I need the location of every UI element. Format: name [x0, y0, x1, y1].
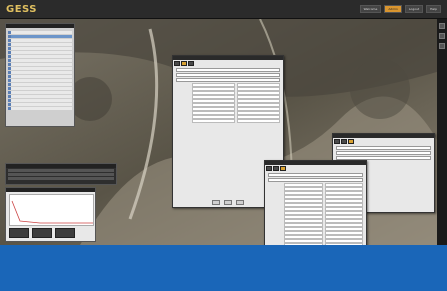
- tab[interactable]: [266, 166, 272, 171]
- status-panel: [5, 163, 117, 185]
- tree-item[interactable]: [8, 90, 72, 94]
- top-menu: Welcome Admin Logout Help: [359, 5, 441, 13]
- tree-item[interactable]: [8, 54, 72, 58]
- text-field[interactable]: [176, 78, 280, 82]
- text-field[interactable]: [176, 73, 280, 77]
- help-link[interactable]: Help: [426, 5, 441, 13]
- graph-panel: [5, 187, 96, 242]
- tab[interactable]: [334, 139, 340, 144]
- graph-line: [11, 200, 93, 224]
- tree-item[interactable]: [8, 86, 72, 90]
- table-row: [176, 91, 280, 95]
- table-row: [268, 187, 363, 191]
- text-field[interactable]: [336, 151, 431, 155]
- tab[interactable]: [181, 61, 187, 66]
- tree-item[interactable]: [8, 46, 72, 50]
- graph-button[interactable]: [55, 228, 75, 238]
- footer-button[interactable]: [236, 200, 244, 205]
- tree-item[interactable]: [8, 74, 72, 78]
- tree-item[interactable]: [8, 82, 72, 86]
- tree-item[interactable]: [8, 30, 72, 34]
- status-row: [8, 177, 114, 180]
- tree-item[interactable]: [8, 106, 72, 110]
- tool-button[interactable]: [439, 33, 445, 39]
- tool-button[interactable]: [439, 23, 445, 29]
- logout-link[interactable]: Logout: [404, 5, 424, 13]
- table-row: [268, 203, 363, 207]
- text-field[interactable]: [268, 173, 363, 177]
- dialog-tabs: [333, 138, 434, 145]
- dialog-tabs: [173, 60, 283, 67]
- tab[interactable]: [188, 61, 194, 66]
- table-row: [176, 103, 280, 107]
- table-row: [176, 95, 280, 99]
- tree-item[interactable]: [8, 50, 72, 54]
- tab[interactable]: [348, 139, 354, 144]
- graph-buttons: [9, 228, 75, 238]
- tree-item[interactable]: [8, 102, 72, 106]
- tab[interactable]: [174, 61, 180, 66]
- text-field[interactable]: [336, 146, 431, 150]
- tree-item[interactable]: [8, 62, 72, 66]
- footer-button[interactable]: [212, 200, 220, 205]
- tab[interactable]: [280, 166, 286, 171]
- table-row: [268, 227, 363, 231]
- status-row: [8, 169, 114, 172]
- tab[interactable]: [341, 139, 347, 144]
- table-row: [268, 215, 363, 219]
- dialog-tabs: [265, 165, 366, 172]
- page-footer: [0, 245, 447, 291]
- footer-button[interactable]: [224, 200, 232, 205]
- table-row: [268, 231, 363, 235]
- welcome-link[interactable]: Welcome: [359, 5, 382, 13]
- tool-button[interactable]: [439, 43, 445, 49]
- tab[interactable]: [273, 166, 279, 171]
- tree-item[interactable]: [8, 70, 72, 74]
- table-row: [268, 207, 363, 211]
- layer-tree: [6, 28, 74, 113]
- right-toolbar: [437, 19, 447, 245]
- table-row: [268, 235, 363, 239]
- table-row: [268, 195, 363, 199]
- tree-item[interactable]: [8, 94, 72, 98]
- text-field[interactable]: [176, 68, 280, 72]
- layers-panel: [5, 23, 75, 127]
- tree-item[interactable]: [8, 34, 72, 38]
- admin-link[interactable]: Admin: [384, 5, 402, 13]
- table-row: [176, 107, 280, 111]
- table-row: [176, 99, 280, 103]
- text-field[interactable]: [268, 178, 363, 182]
- table-row: [176, 83, 280, 87]
- status-panel-title: [6, 164, 116, 168]
- table-row: [176, 115, 280, 119]
- table-row: [268, 239, 363, 243]
- app-logo: GESS: [6, 4, 37, 15]
- tree-item[interactable]: [8, 66, 72, 70]
- table-row: [176, 119, 280, 123]
- table-row: [268, 223, 363, 227]
- graph-panel-title: [6, 188, 95, 192]
- tree-item[interactable]: [8, 78, 72, 82]
- top-bar: GESS Welcome Admin Logout Help: [0, 0, 447, 19]
- table-row: [176, 111, 280, 115]
- table-row: [268, 211, 363, 215]
- tree-item[interactable]: [8, 42, 72, 46]
- app-window: GESS Welcome Admin Logout Help: [0, 0, 447, 291]
- tree-item[interactable]: [8, 38, 72, 42]
- table-row: [268, 183, 363, 187]
- graph-plot: [9, 194, 94, 226]
- graph-button[interactable]: [9, 228, 29, 238]
- table-row: [176, 87, 280, 91]
- table-row: [268, 199, 363, 203]
- status-row: [8, 173, 114, 176]
- table-row: [268, 219, 363, 223]
- tree-item[interactable]: [8, 58, 72, 62]
- graph-button[interactable]: [32, 228, 52, 238]
- table-row: [268, 191, 363, 195]
- tree-item[interactable]: [8, 98, 72, 102]
